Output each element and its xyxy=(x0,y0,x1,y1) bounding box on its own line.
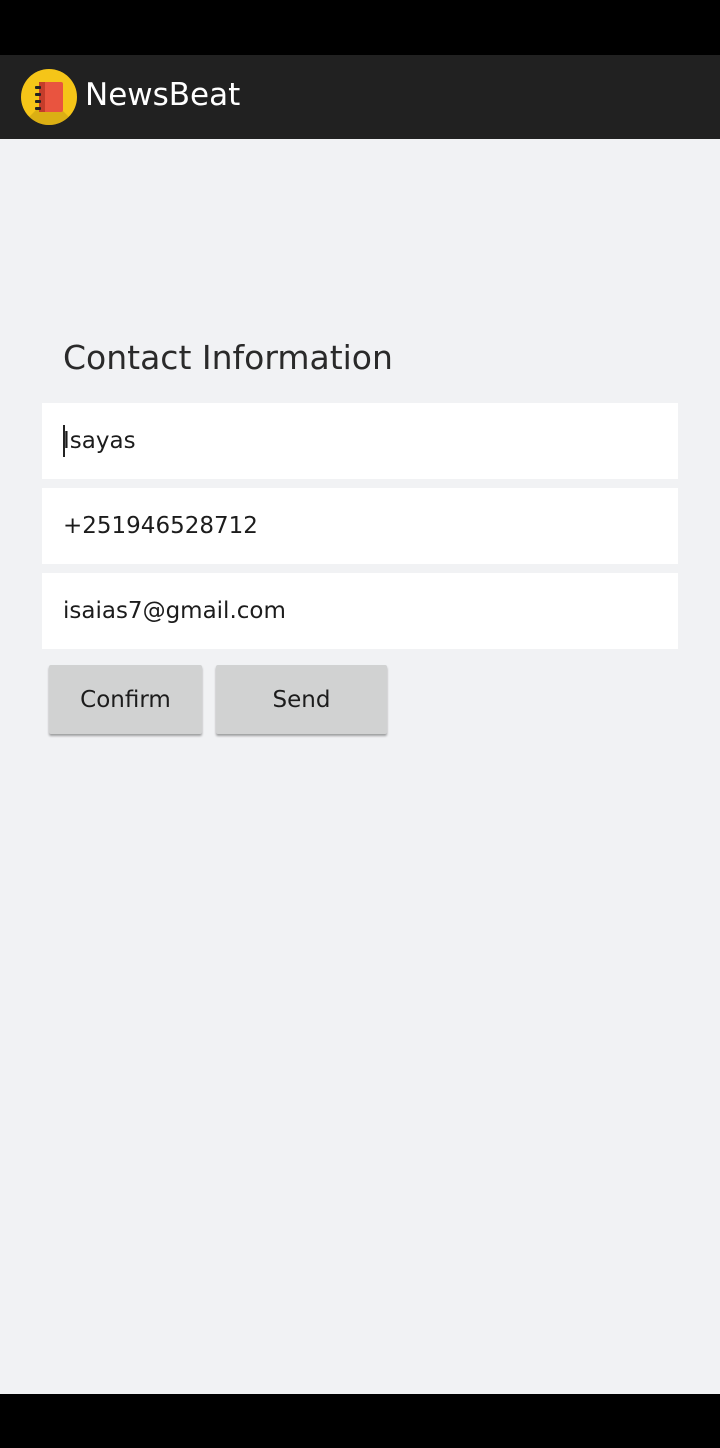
page-title: Contact Information xyxy=(63,338,393,377)
text-cursor xyxy=(63,425,65,457)
status-bar xyxy=(0,0,720,55)
navigation-bar xyxy=(0,1394,720,1448)
send-button[interactable]: Send xyxy=(216,665,387,734)
email-field[interactable] xyxy=(42,573,678,649)
confirm-button[interactable]: Confirm xyxy=(49,665,202,734)
phone-field[interactable] xyxy=(42,488,678,564)
contact-form: Contact Information Confirm Send xyxy=(0,139,720,1394)
name-field[interactable] xyxy=(42,403,678,479)
app-title: NewsBeat xyxy=(85,77,241,113)
app-bar: NewsBeat xyxy=(0,55,720,139)
notebook-icon xyxy=(21,69,77,125)
